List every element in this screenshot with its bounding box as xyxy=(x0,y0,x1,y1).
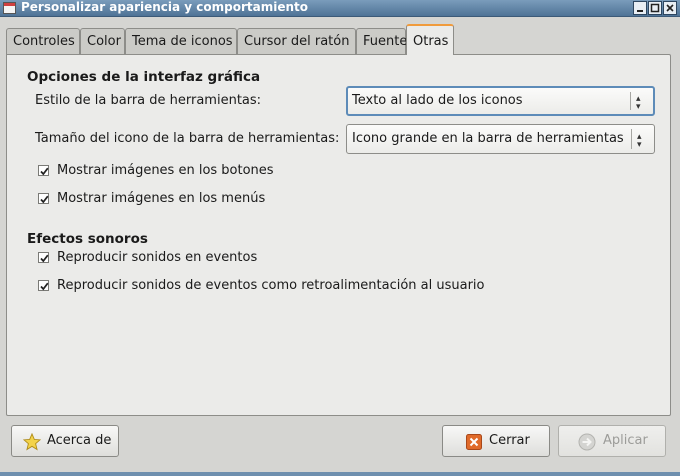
star-icon xyxy=(23,433,41,451)
tab-label: Cursor del ratón xyxy=(244,34,350,49)
toolbar-style-value: Texto al lado de los iconos xyxy=(352,93,523,108)
close-icon xyxy=(666,4,674,12)
close-button[interactable]: Cerrar xyxy=(442,425,550,457)
tab-otras[interactable]: Otras xyxy=(406,24,454,55)
maximize-button[interactable] xyxy=(648,1,662,15)
toolbar-icon-size-select[interactable]: Icono grande en la barra de herramientas… xyxy=(346,124,655,154)
tab-fuente[interactable]: Fuente xyxy=(356,28,408,54)
title-bar[interactable]: Personalizar apariencia y comportamiento xyxy=(0,0,680,17)
tab-controles[interactable]: Controles xyxy=(6,28,80,54)
maximize-icon xyxy=(650,3,660,13)
checkmark-icon xyxy=(40,167,49,176)
combo-separator xyxy=(631,129,632,149)
toolbar-style-label: Estilo de la barra de herramientas: xyxy=(35,93,262,108)
gui-options-title: Opciones de la interfaz gráfica xyxy=(27,69,261,85)
toolbar-icon-size-label: Tamaño del icono de la barra de herramie… xyxy=(35,131,340,146)
show-menu-images-checkbox[interactable] xyxy=(38,193,49,204)
tab-panel-otras: Opciones de la interfaz gráfica Estilo d… xyxy=(6,54,671,416)
apply-arrow-icon xyxy=(578,433,596,451)
tab-tema-de-iconos[interactable]: Tema de iconos xyxy=(125,28,237,54)
minimize-button[interactable] xyxy=(633,1,647,15)
close-x-icon xyxy=(466,434,482,450)
combo-arrows-icon: ▴ ▾ xyxy=(637,132,642,150)
show-menu-images-label: Mostrar imágenes en los menús xyxy=(57,191,266,206)
tab-color[interactable]: Color xyxy=(80,28,125,54)
play-feedback-sounds-label: Reproducir sonidos de eventos como retro… xyxy=(57,278,485,293)
tab-label: Fuente xyxy=(363,34,408,49)
tab-label: Controles xyxy=(13,34,75,49)
close-window-button[interactable] xyxy=(663,1,677,15)
show-button-images-label: Mostrar imágenes en los botones xyxy=(57,163,274,178)
checkmark-icon xyxy=(40,195,49,204)
about-button-label: Acerca de xyxy=(47,433,112,448)
tab-label: Tema de iconos xyxy=(132,34,233,49)
checkmark-icon xyxy=(40,282,49,291)
toolbar-style-select[interactable]: Texto al lado de los iconos ▴ ▾ xyxy=(346,86,655,116)
apply-button[interactable]: Aplicar xyxy=(558,425,666,457)
apply-button-label: Aplicar xyxy=(603,433,648,448)
play-event-sounds-label: Reproducir sonidos en eventos xyxy=(57,250,258,265)
play-event-sounds-checkbox[interactable] xyxy=(38,252,49,263)
show-button-images-checkbox[interactable] xyxy=(38,165,49,176)
window-title: Personalizar apariencia y comportamiento xyxy=(21,0,309,14)
sound-effects-title: Efectos sonoros xyxy=(27,231,148,247)
play-feedback-sounds-checkbox[interactable] xyxy=(38,280,49,291)
bottom-edge xyxy=(0,472,680,476)
toolbar-icon-size-value: Icono grande en la barra de herramientas xyxy=(352,131,624,146)
checkmark-icon xyxy=(40,254,49,263)
minimize-icon xyxy=(637,10,643,12)
tab-cursor-del-raton[interactable]: Cursor del ratón xyxy=(237,28,356,54)
window-app-icon xyxy=(3,2,16,14)
tab-label: Color xyxy=(87,34,121,49)
combo-arrows-icon: ▴ ▾ xyxy=(636,94,641,112)
close-button-label: Cerrar xyxy=(489,433,530,448)
about-button[interactable]: Acerca de xyxy=(11,425,119,457)
combo-separator xyxy=(630,92,631,110)
tab-label: Otras xyxy=(413,34,449,49)
